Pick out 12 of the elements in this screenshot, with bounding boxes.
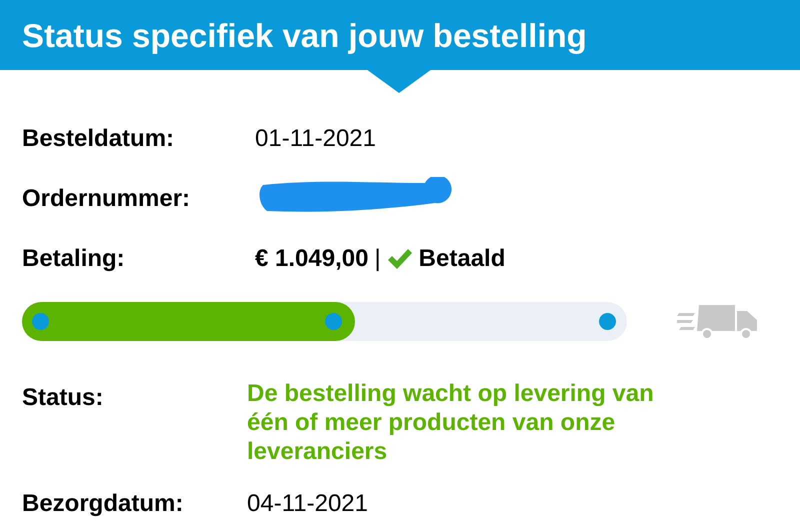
page-title: Status specifiek van jouw bestelling bbox=[22, 18, 587, 52]
field-value: 01-11-2021 bbox=[255, 124, 376, 154]
status-text: De bestelling wacht op levering van één of meer producten van onze leveranciers bbox=[247, 379, 655, 466]
field-label: Betaling: bbox=[22, 244, 126, 274]
delivery-label: Bezorgdatum: bbox=[22, 489, 184, 519]
separator: | bbox=[374, 244, 381, 274]
delivery-date: 04-11-2021 bbox=[247, 489, 368, 519]
payment-status: Betaald bbox=[418, 244, 506, 274]
payment-amount: € 1.049,00 bbox=[255, 244, 368, 274]
field-label: Besteldatum: bbox=[22, 124, 176, 154]
field-label: Ordernummer: bbox=[22, 184, 192, 214]
status-label: Status: bbox=[22, 383, 104, 413]
